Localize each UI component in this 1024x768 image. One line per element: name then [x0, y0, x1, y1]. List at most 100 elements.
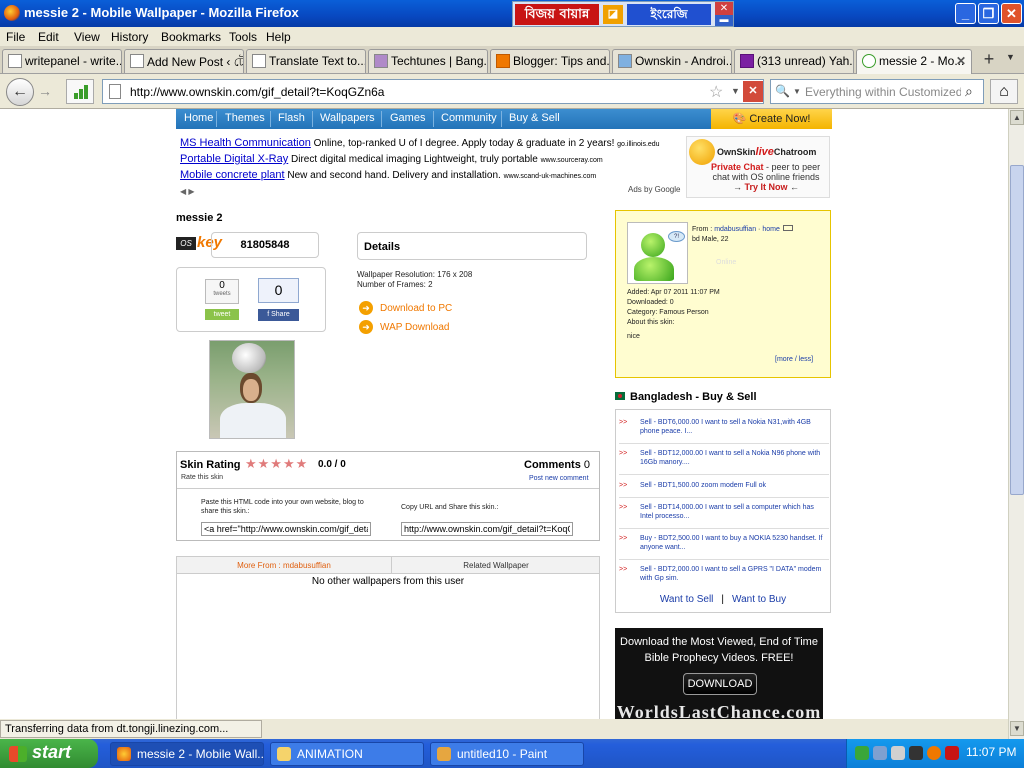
chat-bubble-icon: ?! [668, 231, 685, 242]
bijoy-bangla-button[interactable]: বিজয় বায়ান্ন [515, 4, 599, 25]
wallpaper-tabs-panel: More From : mdabusuffian Related Wallpap… [176, 556, 600, 719]
ime-english-button[interactable]: ইংরেজি [627, 4, 711, 25]
media-icon[interactable] [909, 746, 923, 760]
download-to-pc-link[interactable]: ➜ Download to PC [359, 301, 452, 315]
start-button[interactable]: start [0, 739, 98, 768]
list-item[interactable]: >> Sell - BDT2,000.00 I want to sell a GP… [619, 565, 829, 589]
nav-community[interactable]: Community [441, 112, 497, 124]
menu-view[interactable]: View [74, 30, 100, 44]
taskbar: start messie 2 - Mobile Wall... ANIMATIO… [0, 739, 1024, 768]
list-item[interactable]: >> Sell - BDT12,000.00 I want to sell a N… [619, 449, 829, 475]
menu-file[interactable]: File [6, 30, 25, 44]
ad-link[interactable]: Mobile concrete plant [180, 169, 285, 181]
tab-related-wallpaper[interactable]: Related Wallpaper [393, 557, 599, 574]
scroll-up-icon[interactable]: ▲ [1010, 110, 1024, 125]
home-button[interactable]: ⌂ [990, 79, 1018, 104]
list-item[interactable]: >> Sell - BDT1,500.00 zoom modem Full ok [619, 481, 829, 498]
firefox-tray-icon[interactable] [927, 746, 941, 760]
minimize-button[interactable]: _ [955, 3, 976, 24]
menu-history[interactable]: History [111, 30, 148, 44]
menu-tools[interactable]: Tools [229, 30, 257, 44]
list-all-tabs-icon[interactable]: ▼ [1006, 52, 1015, 62]
tab-add-new-post[interactable]: Add New Post ‹ টে... [124, 49, 244, 73]
address-bar[interactable]: http://www.ownskin.com/gif_detail?t=KoqG… [102, 79, 764, 104]
list-item[interactable]: >> Sell - BDT14,000.00 I want to sell a c… [619, 503, 829, 529]
bijoy-tray-icon[interactable] [945, 746, 959, 760]
rate-this-skin-link[interactable]: Rate this skin [181, 474, 223, 481]
display-icon[interactable] [873, 746, 887, 760]
nav-buy-sell[interactable]: Buy & Sell [509, 112, 560, 124]
uploader-home-link[interactable]: home [762, 226, 780, 233]
ads-by-google[interactable]: Ads by Google [628, 185, 680, 194]
post-new-comment-link[interactable]: Post new comment [529, 475, 589, 482]
more-less-link[interactable]: [more / less] [775, 356, 813, 363]
scroll-down-icon[interactable]: ▼ [1010, 721, 1024, 736]
search-engine-dropdown-icon[interactable]: ▼ [793, 87, 801, 96]
try-it-now-link[interactable]: Try It Now [744, 182, 787, 192]
url-history-dropdown-icon[interactable]: ▼ [731, 86, 740, 96]
tab-writepanel[interactable]: writepanel - write... [2, 49, 122, 73]
close-button[interactable]: ✕ [1001, 3, 1022, 24]
bookmark-star-icon[interactable]: ☆ [709, 82, 723, 102]
banner-download-button[interactable]: DOWNLOAD [683, 673, 757, 695]
forward-button[interactable]: → [35, 83, 55, 101]
menu-help[interactable]: Help [266, 30, 291, 44]
uploader-username-link[interactable]: mdabusuffian [714, 226, 756, 233]
nav-themes[interactable]: Themes [225, 112, 265, 124]
want-to-sell-link[interactable]: Want to Sell [660, 594, 714, 605]
nav-games[interactable]: Games [390, 112, 425, 124]
share-url-field[interactable] [401, 522, 573, 536]
nav-wallpapers[interactable]: Wallpapers [320, 112, 375, 124]
rating-stars-icon[interactable]: ★★★★★ [245, 456, 308, 472]
maximize-button[interactable]: ❐ [978, 3, 999, 24]
menu-bookmarks[interactable]: Bookmarks [161, 30, 221, 44]
facebook-share-button[interactable]: f Share [258, 309, 299, 321]
scroll-thumb[interactable] [1010, 165, 1024, 495]
chatroom-ad[interactable]: OwnSkinliveChatroom Private Chat - peer … [686, 136, 830, 198]
want-to-buy-link[interactable]: Want to Buy [732, 594, 786, 605]
nav-home[interactable]: Home [184, 112, 213, 124]
volume-icon[interactable] [891, 746, 905, 760]
html-code-field[interactable] [201, 522, 371, 536]
ads-pager-icons[interactable]: ◀ ▶ [180, 187, 195, 196]
list-item[interactable]: >> Sell - BDT6,000.00 I want to sell a No… [619, 418, 829, 444]
tweet-button[interactable]: tweet [205, 309, 239, 320]
stop-icon[interactable]: ✕ [743, 81, 763, 102]
search-input[interactable]: Everything within Customized W... [805, 85, 961, 99]
network-icon[interactable] [855, 746, 869, 760]
taskbar-paint[interactable]: untitled10 - Paint [430, 742, 584, 766]
back-button[interactable]: ← [6, 78, 34, 106]
ad-link[interactable]: MS Health Communication [180, 137, 311, 149]
tab-translate[interactable]: Translate Text to... [246, 49, 366, 73]
tab-more-from-user[interactable]: More From : mdabusuffian [177, 557, 392, 574]
wallpaper-preview-image[interactable] [209, 340, 295, 439]
ad-item: Portable Digital X-Ray Direct digital me… [180, 153, 603, 165]
menu-edit[interactable]: Edit [38, 30, 59, 44]
taskbar-animation-folder[interactable]: ANIMATION [270, 742, 424, 766]
ad-link[interactable]: Portable Digital X-Ray [180, 153, 288, 165]
tab-blogger[interactable]: Blogger: Tips and... [490, 49, 610, 73]
tab-yahoo-mail[interactable]: (313 unread) Yah... [734, 49, 854, 73]
tab-techtunes[interactable]: Techtunes | Bang... [368, 49, 488, 73]
close-tab-icon[interactable]: ✕ [956, 54, 966, 68]
ime-minimize-icon[interactable]: ▬ [715, 15, 733, 26]
ime-switch-icon[interactable]: ◪ [603, 5, 623, 24]
search-go-icon[interactable]: ⌕ [965, 83, 973, 100]
new-tab-button[interactable]: + [976, 49, 1002, 71]
online-status: Online [716, 259, 737, 266]
avatar[interactable]: ?! [627, 222, 688, 284]
taskbar-firefox[interactable]: messie 2 - Mobile Wall... [110, 742, 264, 766]
tab-ownskin[interactable]: Ownskin - Androi... [612, 49, 732, 73]
create-now-button[interactable]: 🎨 Create Now! [711, 109, 832, 129]
wap-download-link[interactable]: ➜ WAP Download [359, 320, 449, 334]
vertical-scrollbar[interactable]: ▲ ▼ [1008, 109, 1024, 739]
list-item[interactable]: >> Buy - BDT2,500.00 I want to buy a NOKI… [619, 534, 829, 560]
search-bar[interactable]: 🔍 ▼ Everything within Customized W... ⌕ [770, 79, 984, 104]
nav-flash[interactable]: Flash [278, 112, 305, 124]
signal-bars-icon[interactable] [66, 79, 94, 104]
mail-icon[interactable] [782, 225, 793, 231]
url-text[interactable]: http://www.ownskin.com/gif_detail?t=KoqG… [130, 85, 384, 99]
banner-ad[interactable]: Download the Most Viewed, End of Time Bib… [615, 628, 823, 719]
tab-messie-2-active[interactable]: messie 2 - Mo... ✕ [856, 49, 972, 74]
search-engine-icon[interactable]: 🔍 [775, 84, 790, 98]
